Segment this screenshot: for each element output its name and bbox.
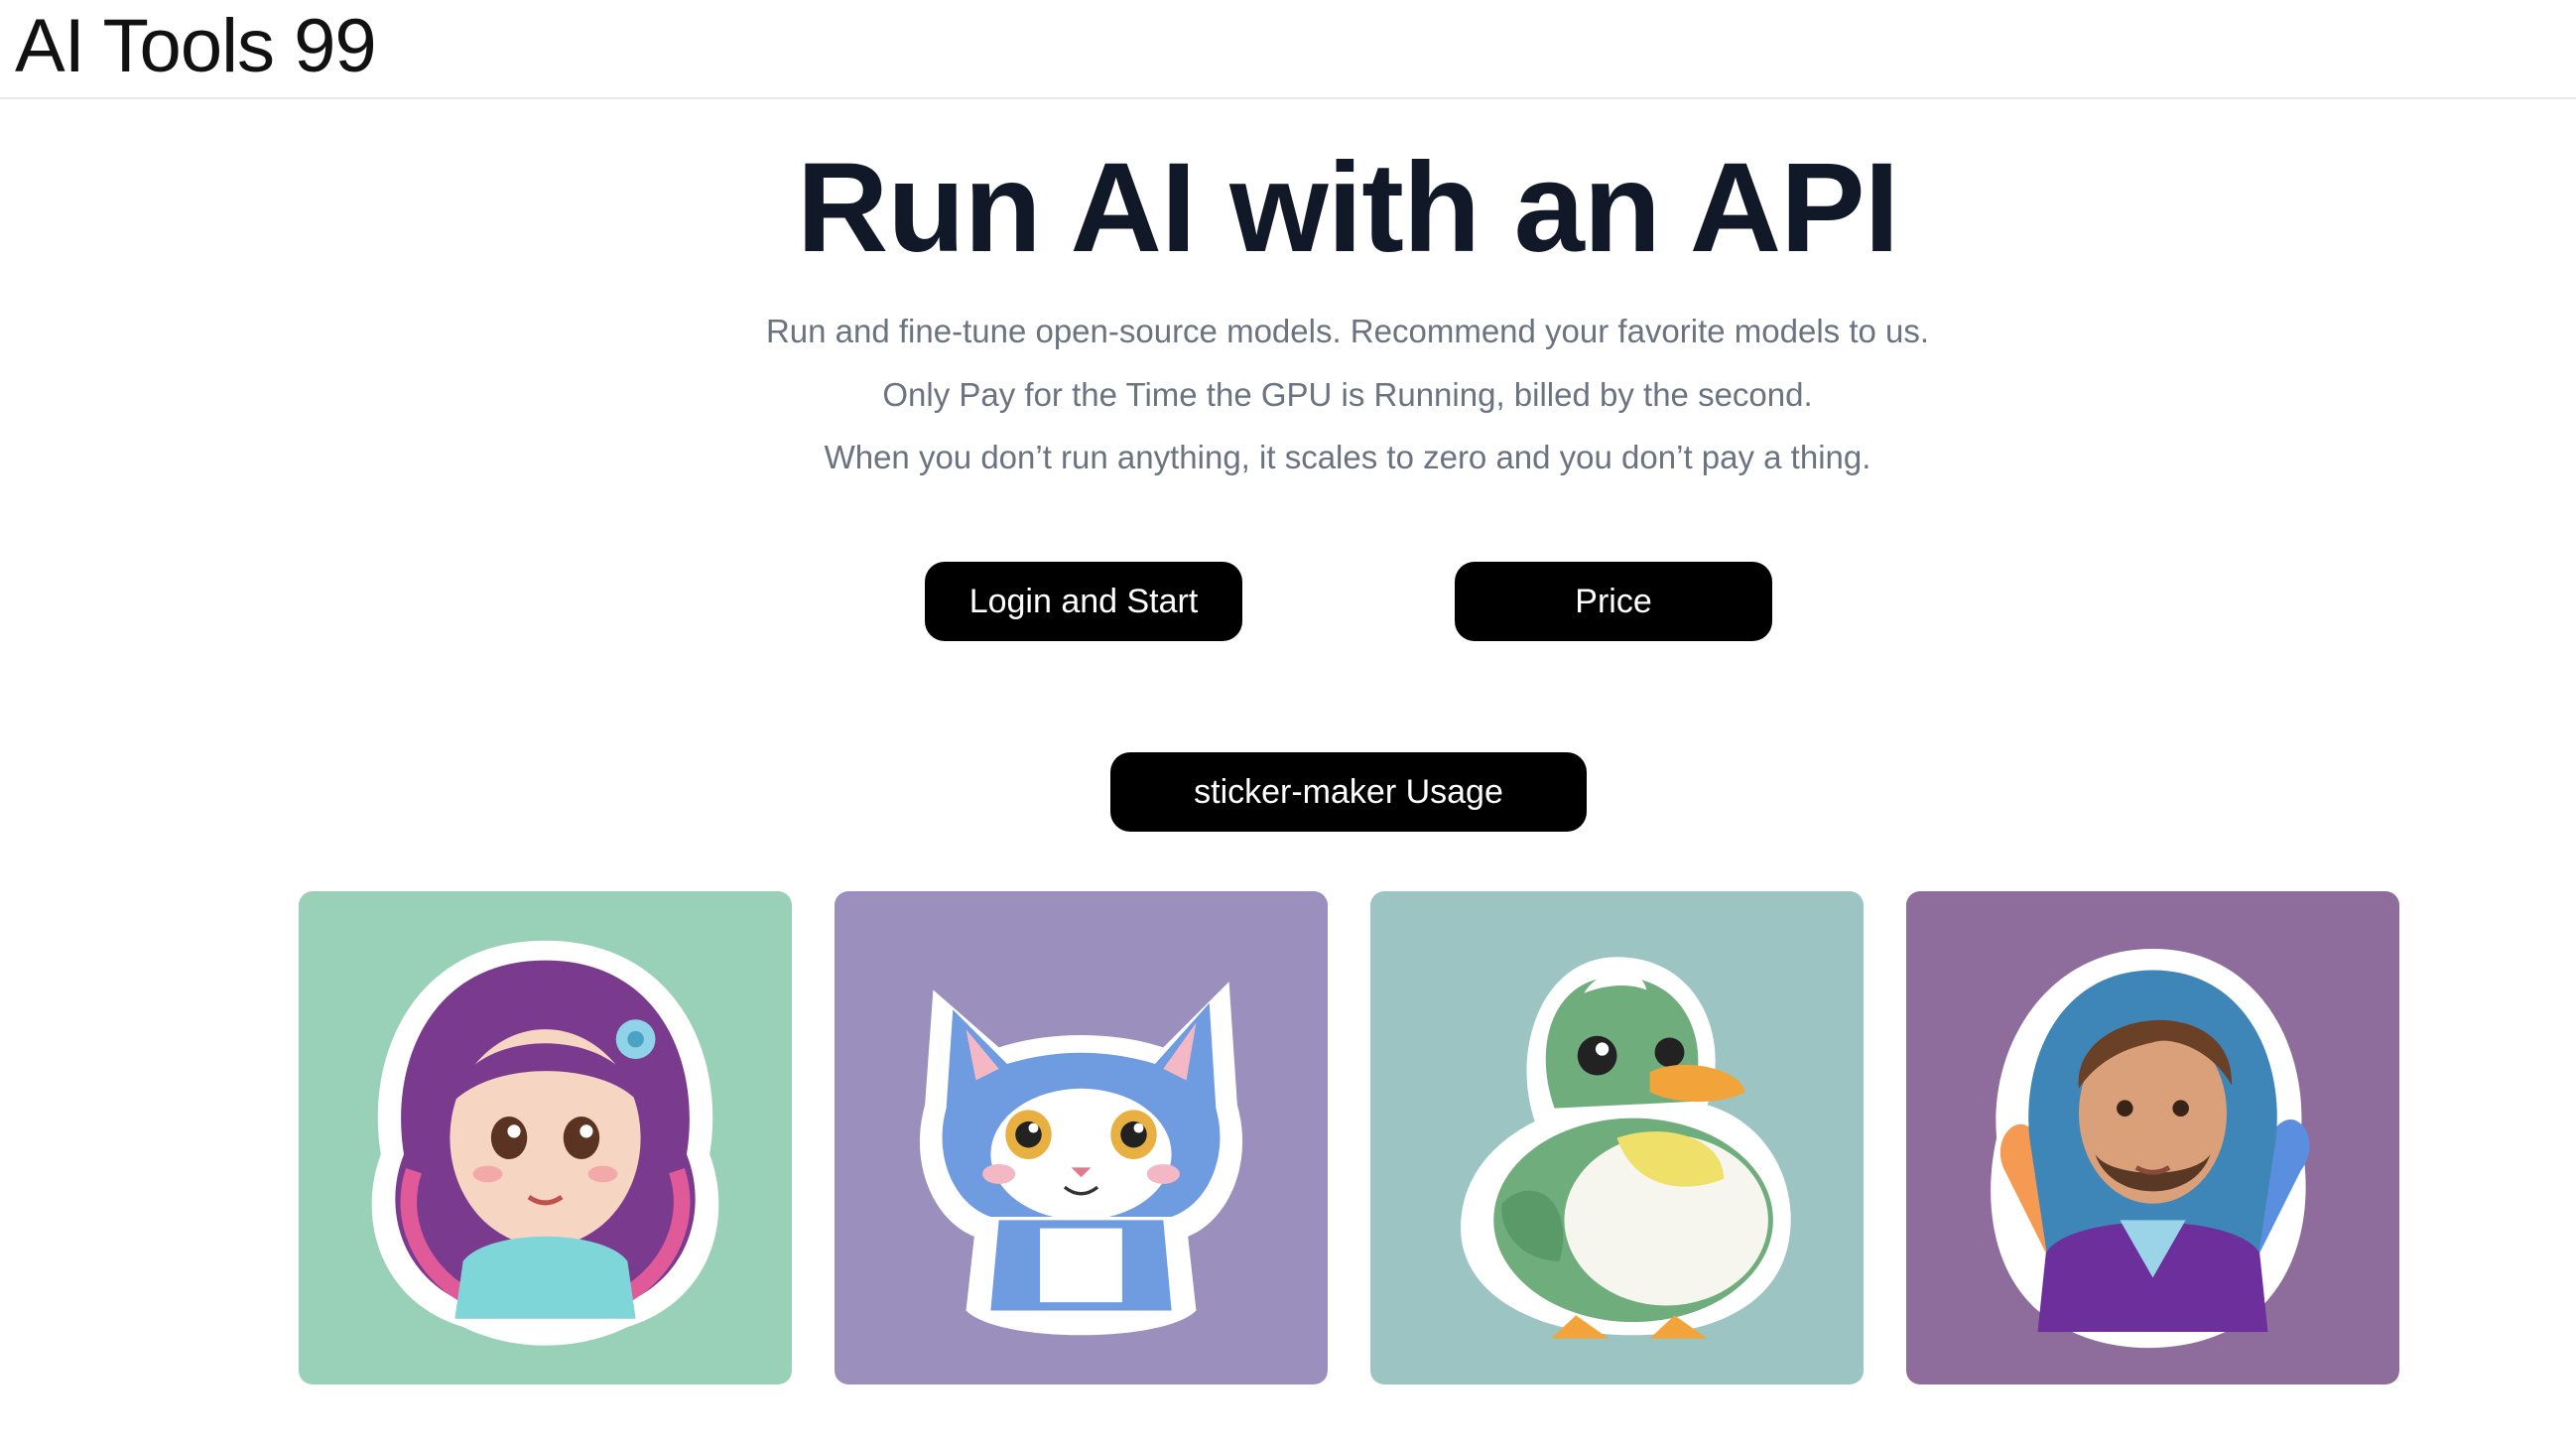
gallery-card-girl[interactable] <box>299 891 792 1384</box>
hero-subtitle-line-1: Run and fine-tune open-source models. Re… <box>765 313 1930 349</box>
gallery-card-duck[interactable] <box>1370 891 1864 1384</box>
hero-subtitle-line-3: When you don’t run anything, it scales t… <box>824 439 1871 475</box>
sticker-maker-usage-button[interactable]: sticker-maker Usage <box>1110 752 1587 832</box>
man-sticker-icon <box>1991 948 2310 1349</box>
gallery-card-man[interactable] <box>1906 891 2399 1384</box>
login-and-start-button[interactable]: Login and Start <box>925 562 1242 641</box>
price-button[interactable]: Price <box>1455 562 1772 641</box>
top-bar: AI Tools 99 <box>0 0 2576 99</box>
duck-sticker-icon <box>1461 957 1791 1339</box>
kitten-sticker-icon <box>919 982 1243 1336</box>
gallery-card-kitten[interactable] <box>835 891 1328 1384</box>
girl-sticker-icon <box>371 940 719 1346</box>
brand-logo-text[interactable]: AI Tools 99 <box>15 2 377 91</box>
hero-title: Run AI with an API <box>796 137 1899 279</box>
hero-subtitle-line-2: Only Pay for the Time the GPU is Running… <box>882 376 1813 413</box>
